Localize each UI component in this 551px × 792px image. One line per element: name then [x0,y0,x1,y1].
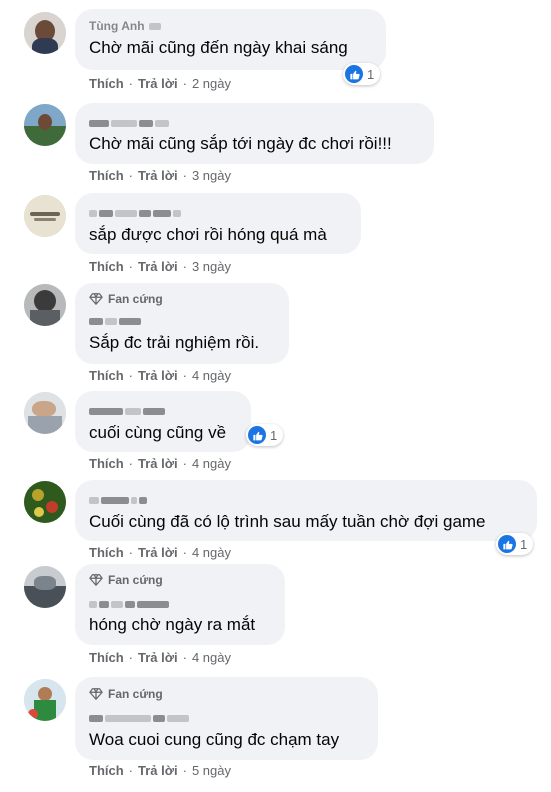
comment-bubble: Chờ mãi cũng sắp tới ngày đc chơi rồi!!! [75,103,434,164]
reply-link[interactable]: Trả lời [138,259,178,274]
like-link[interactable]: Thích [89,456,124,471]
reaction-count[interactable]: 1 [343,63,381,85]
commenter-name[interactable] [89,711,189,725]
reply-link[interactable]: Trả lời [138,545,178,560]
avatar[interactable] [24,481,66,523]
diamond-icon [89,293,103,305]
reply-link[interactable]: Trả lời [138,76,178,91]
commenter-name[interactable] [89,493,147,507]
commenter-name[interactable] [89,597,169,611]
comment-text: sắp được chơi rồi hóng quá mà [89,225,327,244]
like-link[interactable]: Thích [89,368,124,383]
reaction-count[interactable]: 1 [496,533,534,555]
comment-actions: Thích · Trả lời · 4 ngày [89,456,231,471]
timestamp[interactable]: 2 ngày [192,76,231,91]
timestamp[interactable]: 4 ngày [192,545,231,560]
comment-text: Chờ mãi cũng đến ngày khai sáng [89,38,348,57]
avatar[interactable] [24,392,66,434]
comment-actions: Thích · Trả lời · 3 ngày [89,259,231,274]
commenter-name[interactable] [89,116,169,130]
comment-actions: Thích · Trả lời · 2 ngày [89,76,231,91]
timestamp[interactable]: 3 ngày [192,259,231,274]
comment-bubble: Cuối cùng đã có lộ trình sau mấy tuần ch… [75,480,537,541]
like-link[interactable]: Thích [89,545,124,560]
comment-actions: Thích · Trả lời · 4 ngày [89,545,231,560]
comment-bubble: Fan cứng hóng chờ ngày ra mắt [75,564,285,645]
comment-actions: Thích · Trả lời · 3 ngày [89,168,231,183]
like-reaction-icon [345,65,363,83]
comment-actions: Thích · Trả lời · 5 ngày [89,763,231,778]
commenter-name[interactable] [89,314,141,328]
top-fan-badge[interactable]: Fan cứng [89,687,163,701]
reply-link[interactable]: Trả lời [138,763,178,778]
top-fan-badge[interactable]: Fan cứng [89,292,163,306]
reply-link[interactable]: Trả lời [138,168,178,183]
like-link[interactable]: Thích [89,763,124,778]
avatar[interactable] [24,195,66,237]
reaction-count[interactable]: 1 [246,424,284,446]
comment-text: Chờ mãi cũng sắp tới ngày đc chơi rồi!!! [89,134,392,153]
comment-text: Woa cuoi cung cũng đc chạm tay [89,730,340,749]
avatar[interactable] [24,12,66,54]
comment-bubble: cuối cùng cũng về [75,391,251,452]
avatar[interactable] [24,679,66,721]
avatar[interactable] [24,566,66,608]
comment-text: cuối cùng cũng về [89,423,227,442]
comment-bubble: Tùng Anh Chờ mãi cũng đến ngày khai sáng [75,9,386,70]
like-link[interactable]: Thích [89,650,124,665]
timestamp[interactable]: 4 ngày [192,368,231,383]
timestamp[interactable]: 5 ngày [192,763,231,778]
reply-link[interactable]: Trả lời [138,368,178,383]
commenter-name[interactable] [89,206,181,220]
like-link[interactable]: Thích [89,259,124,274]
like-link[interactable]: Thích [89,168,124,183]
reply-link[interactable]: Trả lời [138,650,178,665]
timestamp[interactable]: 4 ngày [192,650,231,665]
comment-text: Cuối cùng đã có lộ trình sau mấy tuần ch… [89,512,486,531]
avatar[interactable] [24,284,66,326]
comment-bubble: Fan cứng Sắp đc trải nghiệm rồi. [75,283,289,364]
timestamp[interactable]: 4 ngày [192,456,231,471]
like-link[interactable]: Thích [89,76,124,91]
top-fan-badge[interactable]: Fan cứng [89,573,163,587]
reply-link[interactable]: Trả lời [138,456,178,471]
avatar[interactable] [24,104,66,146]
comment-actions: Thích · Trả lời · 4 ngày [89,650,231,665]
diamond-icon [89,688,103,700]
comment-actions: Thích · Trả lời · 4 ngày [89,368,231,383]
comment-text: hóng chờ ngày ra mắt [89,615,256,634]
commenter-name[interactable] [89,404,165,418]
like-reaction-icon [498,535,516,553]
comment-bubble: Fan cứng Woa cuoi cung cũng đc chạm tay [75,677,378,760]
diamond-icon [89,574,103,586]
like-reaction-icon [248,426,266,444]
comment-text: Sắp đc trải nghiệm rồi. [89,333,260,352]
timestamp[interactable]: 3 ngày [192,168,231,183]
commenter-name[interactable]: Tùng Anh [89,19,161,33]
comment-bubble: sắp được chơi rồi hóng quá mà [75,193,361,254]
